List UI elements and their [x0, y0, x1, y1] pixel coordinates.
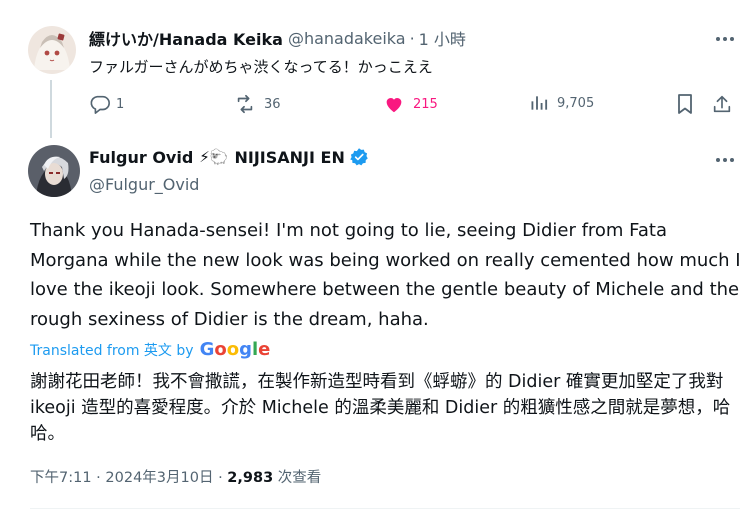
- views-count: 9,705: [557, 95, 595, 111]
- reply-count: 1: [116, 96, 125, 112]
- translated-from-link[interactable]: Translated from 英文 by: [30, 340, 194, 360]
- hanada-avatar[interactable]: [28, 26, 76, 74]
- fulgur-avatar[interactable]: [28, 145, 80, 197]
- repost-icon: [234, 93, 256, 115]
- tweet-views-count: 2,983: [227, 470, 274, 486]
- tweet-views-label: 次查看: [273, 470, 322, 486]
- google-logo: Google: [199, 339, 271, 360]
- reply-timestamp[interactable]: 1 小時: [419, 26, 466, 50]
- thread-connector-line: [50, 80, 52, 138]
- main-handle[interactable]: @Fulgur_Ovid: [89, 175, 199, 194]
- share-button[interactable]: [711, 93, 733, 115]
- reply-icon: [89, 93, 111, 115]
- main-more-icon[interactable]: [710, 149, 740, 171]
- bookmark-icon: [675, 93, 695, 115]
- views-button[interactable]: 9,705: [529, 93, 594, 113]
- heart-icon: [383, 93, 405, 115]
- main-tweet-text: Thank you Hanada-sensei! I'm not going t…: [30, 220, 740, 330]
- repost-button[interactable]: 36: [234, 93, 281, 115]
- reply-more-icon[interactable]: [710, 28, 740, 50]
- name-emojis: ⚡🐑: [199, 148, 229, 166]
- reply-display-name[interactable]: 縹けいか/Hanada Keika: [89, 26, 283, 50]
- reply-text: ファルガーさんがめちゃ渋くなってる！かっこええ: [89, 58, 433, 76]
- reply-separator: ·: [409, 28, 415, 48]
- translated-text: 謝謝花田老師！我不會撒謊，在製作新造型時看到《蜉蝣》的 Didier 確實更加堅…: [30, 372, 731, 444]
- views-icon: [529, 93, 549, 113]
- repost-count: 36: [264, 96, 281, 112]
- main-name-suffix[interactable]: NIJISANJI EN: [235, 148, 345, 167]
- reply-button[interactable]: 1: [89, 93, 124, 115]
- reply-action-bar: 1 36 215 9,705: [89, 93, 739, 119]
- main-display-name[interactable]: Fulgur Ovid: [89, 148, 193, 167]
- reply-header: 縹けいか/Hanada Keika @hanadakeika · 1 小時: [89, 26, 466, 50]
- bookmark-button[interactable]: [675, 93, 695, 115]
- main-author-row: Fulgur Ovid ⚡🐑 NIJISANJI EN: [89, 147, 369, 167]
- divider: [30, 508, 740, 509]
- verified-badge-icon: [349, 147, 369, 167]
- like-button[interactable]: 215: [383, 93, 438, 115]
- tweet-meta: 下午7:11 · 2024年3月10日 · 2,983 次查看: [30, 466, 321, 487]
- reply-handle[interactable]: @hanadakeika: [288, 29, 406, 48]
- share-icon: [711, 93, 733, 115]
- tweet-timestamp[interactable]: 下午7:11 · 2024年3月10日 ·: [30, 470, 227, 486]
- like-count: 215: [413, 96, 438, 112]
- translation-attribution: Translated from 英文 by Google: [30, 339, 270, 360]
